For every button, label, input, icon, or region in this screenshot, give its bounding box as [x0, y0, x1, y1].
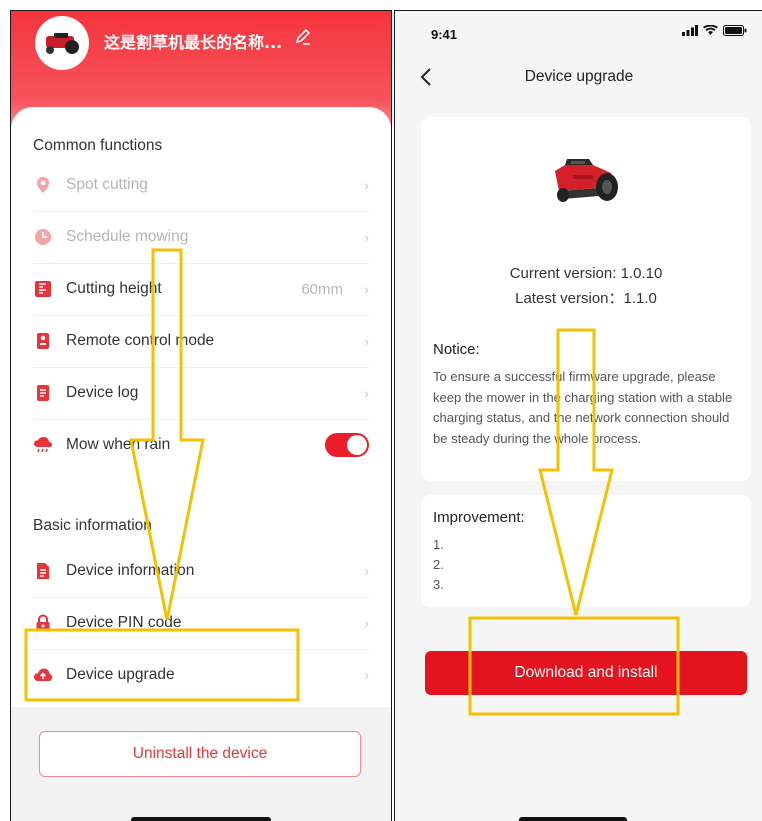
status-icons — [682, 25, 747, 36]
menu-item-device-upgrade[interactable]: Device upgrade › — [33, 649, 369, 701]
cloud-upload-icon — [33, 665, 53, 685]
chevron-right-icon: › — [364, 615, 369, 631]
improvement-title: Improvement: — [433, 509, 525, 526]
location-pin-icon — [33, 175, 53, 195]
settings-screen: 这是割草机最长的名称... Common functions Spot cutt… — [10, 10, 392, 821]
rain-cloud-icon — [33, 435, 53, 455]
chevron-right-icon: › — [364, 229, 369, 245]
current-version: Current version: 1.0.10 — [509, 265, 663, 282]
battery-icon — [723, 25, 747, 36]
menu-item-label: Device upgrade — [66, 666, 175, 683]
cutting-height-value: 60mm — [301, 280, 343, 298]
menu-item-label: Device information — [66, 562, 195, 579]
section-title-basic: Basic information — [33, 517, 152, 534]
signal-icon — [682, 25, 698, 36]
document-icon — [33, 561, 53, 581]
menu-item-remote-control-mode[interactable]: Remote control mode › — [33, 315, 369, 368]
wifi-icon — [703, 25, 718, 35]
latest-version: Latest version：1.1.0 — [515, 290, 657, 307]
menu-item-mow-when-rain: Mow when rain — [33, 419, 369, 471]
remote-icon — [33, 331, 53, 351]
chevron-right-icon: › — [364, 281, 369, 297]
menu-item-label: Device PIN code — [66, 614, 182, 631]
mower-image — [555, 159, 618, 202]
improvement-item: 2. — [433, 557, 444, 572]
edit-pencil-icon[interactable] — [294, 28, 312, 46]
chevron-right-icon: › — [364, 385, 369, 401]
chevron-right-icon: › — [364, 667, 369, 683]
mow-when-rain-toggle[interactable] — [325, 433, 369, 457]
notice-text: To ensure a successful firmware upgrade,… — [433, 369, 733, 446]
menu-item-device-pin-code[interactable]: Device PIN code › — [33, 597, 369, 650]
settings-card: Common functions Spot cutting › Schedule… — [11, 107, 391, 707]
menu-item-label: Mow when rain — [66, 436, 171, 453]
notice-title: Notice: — [433, 341, 480, 358]
home-indicator — [519, 817, 627, 821]
chevron-right-icon: › — [364, 333, 369, 349]
improvement-item: 3. — [433, 577, 444, 592]
home-indicator — [131, 817, 271, 821]
avatar[interactable] — [35, 16, 89, 70]
version-card: Current version: 1.0.10 Latest version：1… — [421, 117, 751, 481]
height-ruler-icon — [33, 279, 53, 299]
mower-thumbnail-icon — [46, 33, 79, 54]
device-name: 这是割草机最长的名称... — [104, 33, 283, 52]
menu-item-schedule-mowing[interactable]: Schedule mowing › — [33, 211, 369, 264]
menu-item-device-log[interactable]: Device log › — [33, 367, 369, 420]
toggle-knob — [347, 435, 367, 455]
menu-item-spot-cutting[interactable]: Spot cutting › — [33, 159, 369, 212]
lock-icon — [33, 613, 53, 633]
menu-item-label: Remote control mode — [66, 332, 215, 349]
improvement-card: Improvement: 1. 2. 3. — [421, 495, 751, 607]
menu-item-label: Cutting height — [66, 280, 162, 297]
device-upgrade-screen: 9:41 Device upgrade Current version: 1.0… — [394, 10, 762, 821]
menu-item-label: Device log — [66, 384, 139, 401]
menu-item-cutting-height[interactable]: Cutting height 60mm › — [33, 263, 369, 316]
uninstall-device-button[interactable]: Uninstall the device — [39, 731, 361, 777]
section-title-common: Common functions — [33, 137, 163, 154]
chevron-right-icon: › — [364, 177, 369, 193]
improvement-item: 1. — [433, 537, 444, 552]
status-time: 9:41 — [431, 27, 458, 42]
menu-item-label: Spot cutting — [66, 176, 148, 193]
chevron-right-icon: › — [364, 563, 369, 579]
download-and-install-button[interactable]: Download and install — [425, 651, 747, 695]
page-title: Device upgrade — [524, 68, 634, 85]
menu-item-device-information[interactable]: Device information › — [33, 545, 369, 598]
clock-icon — [33, 227, 53, 247]
menu-item-label: Schedule mowing — [66, 228, 189, 245]
log-icon — [33, 383, 53, 403]
